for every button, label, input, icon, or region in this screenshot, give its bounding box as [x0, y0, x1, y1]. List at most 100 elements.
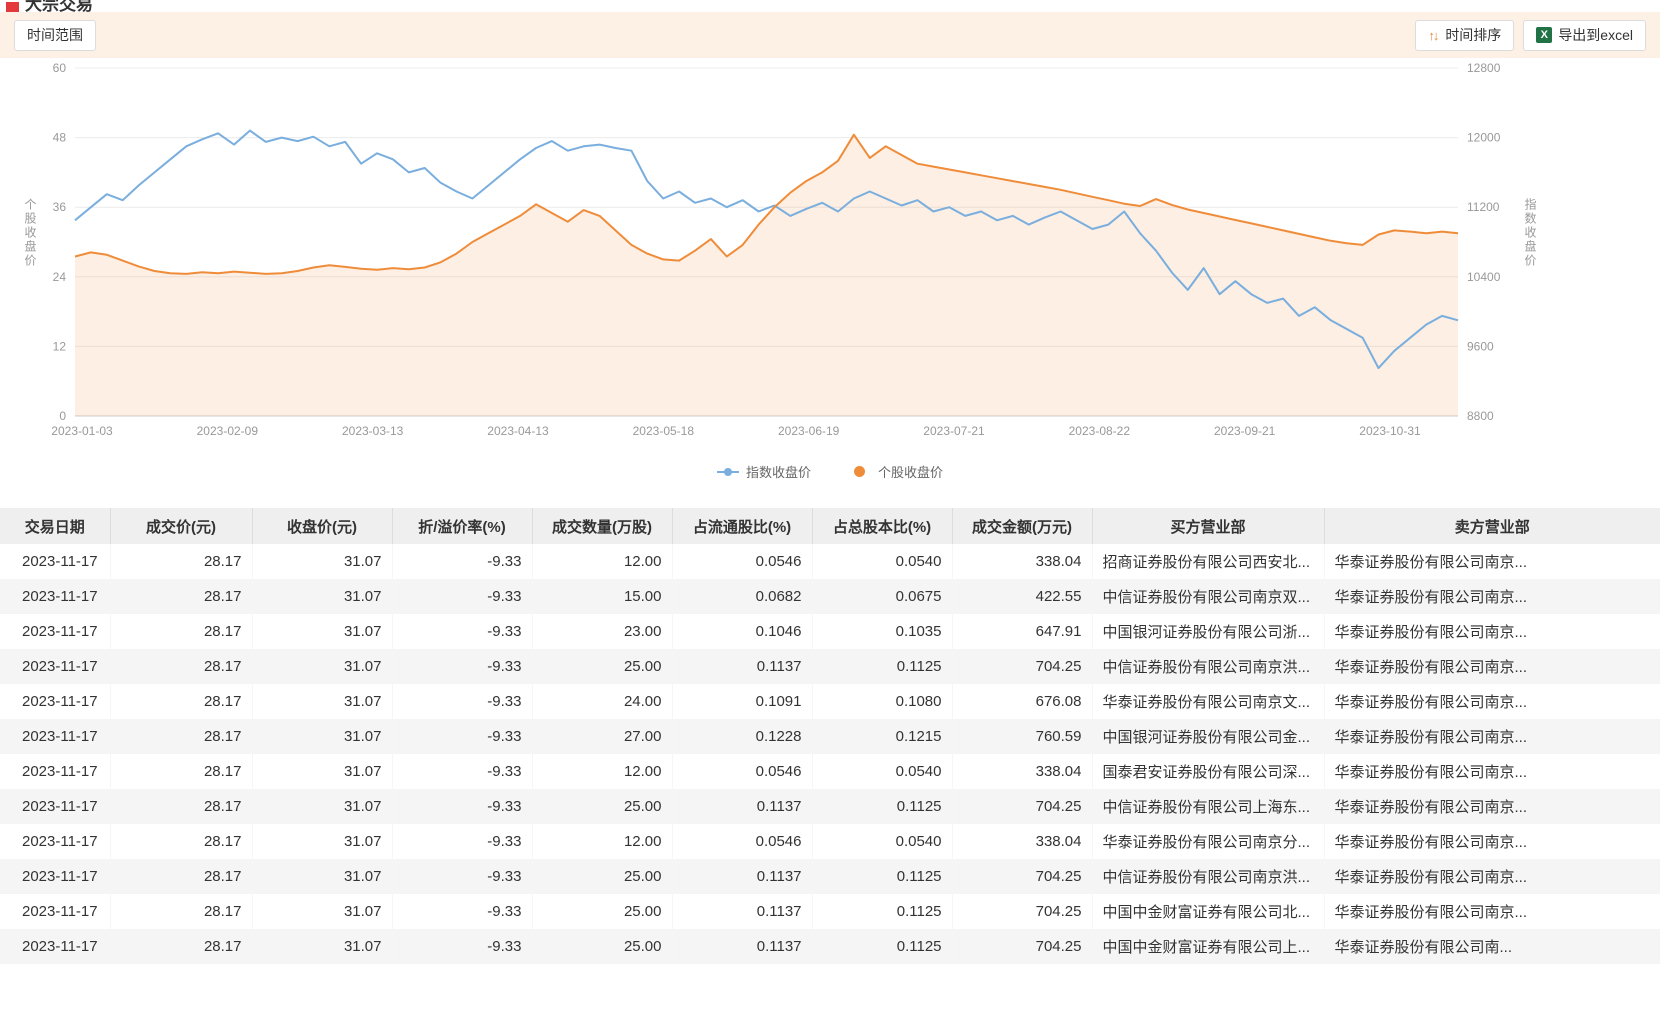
cell: 中国银河证券股份有限公司金... [1092, 719, 1324, 754]
cell: 31.07 [252, 544, 392, 579]
cell: 中国中金财富证券有限公司北... [1092, 894, 1324, 929]
svg-text:11200: 11200 [1467, 200, 1500, 214]
cell: 31.07 [252, 894, 392, 929]
price-chart[interactable]: 0122436486088009600104001120012000128002… [0, 58, 1660, 480]
cell: 0.0682 [672, 579, 812, 614]
cell: 0.0675 [812, 579, 952, 614]
cell: 0.1080 [812, 684, 952, 719]
column-header: 交易日期 [0, 508, 110, 544]
cell: 704.25 [952, 894, 1092, 929]
column-header: 成交数量(万股) [532, 508, 672, 544]
column-header: 占流通股比(%) [672, 508, 812, 544]
page-title: 大宗交易 [25, 0, 93, 12]
cell: 2023-11-17 [0, 579, 110, 614]
line-series-marker-icon [717, 466, 739, 477]
cell: 31.07 [252, 859, 392, 894]
table-row: 2023-11-1728.1731.07-9.3324.000.10910.10… [0, 684, 1660, 719]
svg-text:2023-09-21: 2023-09-21 [1214, 424, 1276, 438]
legend-item-stock[interactable]: 个股收盘价 [849, 462, 943, 480]
column-header: 成交金额(万元) [952, 508, 1092, 544]
cell: 15.00 [532, 579, 672, 614]
cell: 25.00 [532, 929, 672, 964]
cell: 招商证券股份有限公司西安北... [1092, 544, 1324, 579]
cell: 338.04 [952, 824, 1092, 859]
cell: 0.1228 [672, 719, 812, 754]
cell: 华泰证券股份有限公司南京... [1324, 544, 1660, 579]
cell: 0.1137 [672, 894, 812, 929]
cell: -9.33 [392, 824, 532, 859]
cell: 24.00 [532, 684, 672, 719]
cell: 12.00 [532, 754, 672, 789]
chart-canvas[interactable]: 0122436486088009600104001120012000128002… [0, 58, 1660, 443]
export-excel-button[interactable]: X 导出到excel [1523, 20, 1646, 51]
cell: 28.17 [110, 544, 252, 579]
cell: 0.0546 [672, 754, 812, 789]
cell: 中信证券股份有限公司南京洪... [1092, 859, 1324, 894]
cell: 338.04 [952, 544, 1092, 579]
cell: 华泰证券股份有限公司南京... [1324, 824, 1660, 859]
cell: 2023-11-17 [0, 614, 110, 649]
cell: -9.33 [392, 684, 532, 719]
legend-item-index[interactable]: 指数收盘价 [717, 462, 811, 480]
cell: 25.00 [532, 649, 672, 684]
table-header-row: 交易日期成交价(元)收盘价(元)折/溢价率(%)成交数量(万股)占流通股比(%)… [0, 508, 1660, 544]
cell: 25.00 [532, 789, 672, 824]
svg-text:60: 60 [53, 61, 67, 75]
cell: 25.00 [532, 859, 672, 894]
table-row: 2023-11-1728.1731.07-9.3312.000.05460.05… [0, 754, 1660, 789]
cell: 中国银河证券股份有限公司浙... [1092, 614, 1324, 649]
cell: 0.0540 [812, 544, 952, 579]
cell: 中信证券股份有限公司南京双... [1092, 579, 1324, 614]
cell: 31.07 [252, 789, 392, 824]
cell: 422.55 [952, 579, 1092, 614]
cell: 华泰证券股份有限公司南京... [1324, 754, 1660, 789]
column-header: 买方营业部 [1092, 508, 1324, 544]
cell: 华泰证券股份有限公司南京... [1324, 684, 1660, 719]
cell: 2023-11-17 [0, 929, 110, 964]
cell: 704.25 [952, 789, 1092, 824]
cell: 0.1091 [672, 684, 812, 719]
svg-text:2023-03-13: 2023-03-13 [342, 424, 404, 438]
cell: 2023-11-17 [0, 649, 110, 684]
table-row: 2023-11-1728.1731.07-9.3325.000.11370.11… [0, 894, 1660, 929]
cell: 31.07 [252, 684, 392, 719]
sort-arrows-icon: ↑↓ [1428, 28, 1437, 43]
cell: 28.17 [110, 929, 252, 964]
page-title-clip: 大宗交易 [25, 0, 325, 12]
cell: -9.33 [392, 754, 532, 789]
cell: 704.25 [952, 649, 1092, 684]
cell: 国泰君安证券股份有限公司深... [1092, 754, 1324, 789]
column-header: 占总股本比(%) [812, 508, 952, 544]
svg-text:48: 48 [53, 131, 67, 145]
time-sort-button[interactable]: ↑↓ 时间排序 [1415, 20, 1514, 51]
table-row: 2023-11-1728.1731.07-9.3327.000.12280.12… [0, 719, 1660, 754]
cell: 0.1137 [672, 789, 812, 824]
column-header: 卖方营业部 [1324, 508, 1660, 544]
cell: 28.17 [110, 859, 252, 894]
legend-label-index: 指数收盘价 [746, 462, 811, 481]
table-row: 2023-11-1728.1731.07-9.3325.000.11370.11… [0, 789, 1660, 824]
time-range-button[interactable]: 时间范围 [14, 20, 96, 51]
cell: 0.1125 [812, 649, 952, 684]
cell: 华泰证券股份有限公司南京... [1324, 719, 1660, 754]
cell: 华泰证券股份有限公司南京... [1324, 789, 1660, 824]
svg-text:9600: 9600 [1467, 339, 1494, 353]
cell: 31.07 [252, 929, 392, 964]
cell: 0.0540 [812, 754, 952, 789]
cell: 0.1137 [672, 649, 812, 684]
svg-text:2023-01-03: 2023-01-03 [51, 424, 113, 438]
left-axis-title: 个股收盘价 [22, 198, 39, 268]
cell: -9.33 [392, 614, 532, 649]
cell: 760.59 [952, 719, 1092, 754]
cell: 0.1125 [812, 894, 952, 929]
svg-text:8800: 8800 [1467, 409, 1494, 423]
column-header: 成交价(元) [110, 508, 252, 544]
cell: 0.0546 [672, 544, 812, 579]
right-axis-title: 指数收盘价 [1522, 198, 1539, 268]
cell: 27.00 [532, 719, 672, 754]
cell: -9.33 [392, 649, 532, 684]
svg-text:2023-05-18: 2023-05-18 [633, 424, 695, 438]
cell: 338.04 [952, 754, 1092, 789]
cell: 华泰证券股份有限公司南京... [1324, 649, 1660, 684]
cell: 12.00 [532, 824, 672, 859]
